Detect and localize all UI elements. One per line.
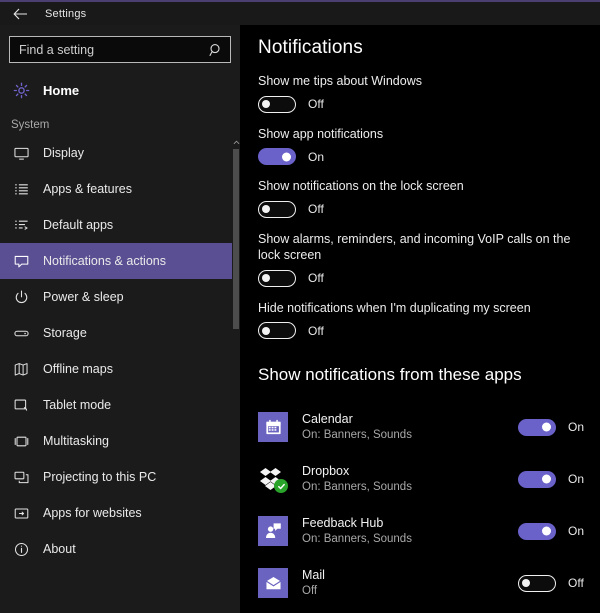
sidebar-nav-list: Display Apps & features Default apps Not… xyxy=(0,135,240,567)
toggle-state-label: Off xyxy=(568,576,584,590)
window-title: Settings xyxy=(45,7,87,20)
sidebar-item-power-sleep-label: Power & sleep xyxy=(43,290,124,304)
sidebar-item-apps-features-label: Apps & features xyxy=(43,182,132,196)
toggle-state-label: On xyxy=(568,524,585,538)
check-badge-icon xyxy=(274,479,288,493)
sidebar-item-apps-for-websites[interactable]: Apps for websites xyxy=(0,495,240,531)
setting-label: Show notifications on the lock screen xyxy=(258,179,464,193)
app-row-dropbox[interactable]: Dropbox On: Banners, Sounds On xyxy=(258,453,600,505)
drive-icon xyxy=(11,323,31,343)
feedback-hub-icon xyxy=(258,516,288,546)
list-icon xyxy=(11,179,31,199)
app-status: On: Banners, Sounds xyxy=(302,480,412,493)
toggle-lock-screen-notifications[interactable] xyxy=(258,200,296,218)
chevron-up-icon[interactable] xyxy=(232,137,240,147)
toggle-show-tips[interactable] xyxy=(258,95,296,113)
toggle-state-label: Off xyxy=(308,97,324,111)
sidebar-item-default-apps[interactable]: Default apps xyxy=(0,207,240,243)
sidebar-item-tablet-mode[interactable]: Tablet mode xyxy=(0,387,240,423)
calendar-icon xyxy=(258,412,288,442)
map-icon xyxy=(11,359,31,379)
main-content: Notifications Show me tips about Windows… xyxy=(240,25,600,613)
sidebar-item-projecting-to-this-pc-label: Projecting to this PC xyxy=(43,470,157,484)
list-arrow-icon xyxy=(11,215,31,235)
sidebar-item-projecting-to-this-pc[interactable]: Projecting to this PC xyxy=(0,459,240,495)
sidebar-item-apps-for-websites-label: Apps for websites xyxy=(43,506,142,520)
sidebar-item-notifications-actions[interactable]: Notifications & actions xyxy=(0,243,240,279)
setting-hide-when-duplicating: Hide notifications when I'm duplicating … xyxy=(258,300,600,339)
toggle-state-label: On xyxy=(308,149,325,164)
sidebar-item-display-label: Display xyxy=(43,146,84,160)
back-button[interactable] xyxy=(0,2,40,25)
toggle-app-dropbox[interactable] xyxy=(518,470,556,488)
setting-label: Show me tips about Windows xyxy=(258,74,422,88)
app-row-calendar[interactable]: Calendar On: Banners, Sounds On xyxy=(258,401,600,453)
sidebar-item-storage[interactable]: Storage xyxy=(0,315,240,351)
setting-show-tips: Show me tips about Windows Off xyxy=(258,73,600,113)
gear-icon xyxy=(11,80,31,100)
sidebar-item-home[interactable]: Home xyxy=(0,75,240,105)
info-icon xyxy=(11,539,31,559)
app-name: Calendar xyxy=(302,411,353,426)
app-row-feedback-hub[interactable]: Feedback Hub On: Banners, Sounds On xyxy=(258,505,600,557)
project-screen-icon xyxy=(11,467,31,487)
sidebar-item-default-apps-label: Default apps xyxy=(43,218,114,232)
search-input[interactable] xyxy=(10,42,230,57)
app-name: Feedback Hub xyxy=(302,515,384,530)
windows-stack-icon xyxy=(11,431,31,451)
sidebar-item-about-label: About xyxy=(43,542,76,556)
page-title: Notifications xyxy=(258,37,363,58)
app-window-icon xyxy=(11,503,31,523)
sidebar-item-multitasking-label: Multitasking xyxy=(43,434,109,448)
app-status: On: Banners, Sounds xyxy=(302,532,412,545)
toggle-state-label: On xyxy=(568,472,585,486)
sidebar-item-storage-label: Storage xyxy=(43,326,87,340)
dropbox-icon xyxy=(258,464,288,494)
toggle-state-label: On xyxy=(568,420,585,434)
app-name: Mail xyxy=(302,567,325,582)
toggle-app-calendar[interactable] xyxy=(518,418,556,436)
sidebar-item-multitasking[interactable]: Multitasking xyxy=(0,423,240,459)
app-status: Off xyxy=(302,584,318,597)
speech-bubble-icon xyxy=(11,251,31,271)
search-box[interactable] xyxy=(9,36,231,63)
setting-label: Show app notifications xyxy=(258,126,384,141)
toggle-state-label: Off xyxy=(308,271,324,285)
monitor-icon xyxy=(11,143,31,163)
toggle-state-label: Off xyxy=(308,202,324,216)
search-icon[interactable] xyxy=(209,43,223,57)
sidebar-item-about[interactable]: About xyxy=(0,531,240,567)
sidebar-section-label: System xyxy=(11,119,50,131)
settings-window: Settings Home xyxy=(0,0,600,613)
sidebar-item-offline-maps-label: Offline maps xyxy=(43,362,113,376)
toggle-hide-when-duplicating[interactable] xyxy=(258,322,296,339)
toggle-state-label: Off xyxy=(308,323,324,338)
sidebar-item-home-label: Home xyxy=(43,82,80,98)
setting-show-app-notifications: Show app notifications On xyxy=(258,126,600,165)
mail-icon xyxy=(258,568,288,598)
sidebar-item-tablet-mode-label: Tablet mode xyxy=(43,398,112,412)
tablet-icon xyxy=(11,395,31,415)
setting-label: Show alarms, reminders, and incoming VoI… xyxy=(258,231,571,263)
app-status: On: Banners, Sounds xyxy=(302,428,412,441)
sidebar-item-offline-maps[interactable]: Offline maps xyxy=(0,351,240,387)
sidebar-item-apps-features[interactable]: Apps & features xyxy=(0,171,240,207)
sidebar-item-notifications-actions-label: Notifications & actions xyxy=(43,254,166,268)
sidebar-scrollbar-thumb[interactable] xyxy=(233,149,239,329)
title-bar: Settings xyxy=(0,2,600,25)
toggle-app-feedback-hub[interactable] xyxy=(518,522,556,540)
sidebar-item-display[interactable]: Display xyxy=(0,135,240,171)
sidebar: Home System Display xyxy=(0,25,240,613)
toggle-show-app-notifications[interactable] xyxy=(258,148,296,165)
toggle-app-mail[interactable] xyxy=(518,574,556,592)
app-name: Dropbox xyxy=(302,463,350,478)
power-icon xyxy=(11,287,31,307)
setting-lock-screen-notifications: Show notifications on the lock screen Of… xyxy=(258,178,600,218)
setting-alarms-reminders-voip: Show alarms, reminders, and incoming VoI… xyxy=(258,231,600,287)
sidebar-item-power-sleep[interactable]: Power & sleep xyxy=(0,279,240,315)
apps-section-title: Show notifications from these apps xyxy=(258,365,522,384)
setting-label: Hide notifications when I'm duplicating … xyxy=(258,300,531,315)
toggle-alarms-reminders-voip[interactable] xyxy=(258,269,296,287)
app-row-mail[interactable]: Mail Off Off xyxy=(258,557,600,609)
